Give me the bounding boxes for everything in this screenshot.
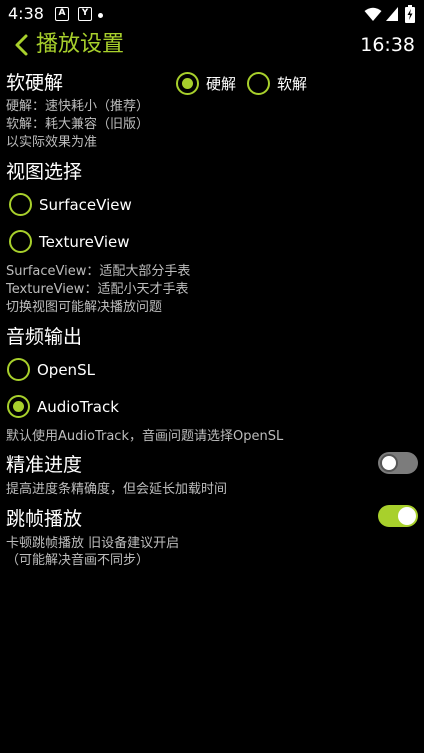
status-bar: 4:38 A Y bbox=[0, 0, 424, 30]
radio-software-decode[interactable]: 软解 bbox=[247, 72, 307, 95]
back-arrow-icon[interactable] bbox=[12, 32, 32, 58]
wifi-icon bbox=[364, 7, 382, 21]
radio-hardware-label: 硬解 bbox=[206, 74, 237, 93]
radio-hardware-decode[interactable]: 硬解 bbox=[176, 72, 236, 95]
radio-surfaceview-label: SurfaceView bbox=[39, 195, 132, 214]
decoder-section-title: 软硬解 bbox=[6, 72, 64, 94]
radio-textureview[interactable]: TextureView bbox=[9, 230, 130, 253]
audio-desc: 默认使用AudioTrack，音画问题请选择OpenSL bbox=[6, 429, 284, 444]
precise-seek-title: 精准进度 bbox=[6, 454, 83, 476]
battery-charging-icon bbox=[405, 5, 415, 23]
decoder-desc-line-1: 硬解：速快耗小（推荐） bbox=[6, 99, 150, 114]
frame-skip-title: 跳帧播放 bbox=[6, 508, 83, 530]
radio-textureview-label: TextureView bbox=[39, 232, 130, 251]
radio-surfaceview[interactable]: SurfaceView bbox=[9, 193, 132, 216]
view-desc-line-2: TextureView：适配小天才手表 bbox=[6, 282, 189, 297]
radio-selected-icon bbox=[7, 395, 30, 418]
view-desc-line-3: 切换视图可能解决播放问题 bbox=[6, 300, 163, 315]
status-time: 4:38 bbox=[8, 4, 44, 23]
notification-dot-icon bbox=[98, 13, 103, 18]
decoder-desc-line-3: 以实际效果为准 bbox=[6, 135, 98, 150]
signal-icon bbox=[386, 7, 398, 21]
header-clock: 16:38 bbox=[360, 34, 415, 56]
radio-unselected-icon bbox=[7, 358, 30, 381]
view-desc-line-1: SurfaceView：适配大部分手表 bbox=[6, 264, 191, 279]
radio-unselected-icon bbox=[247, 72, 270, 95]
audio-section-title: 音频输出 bbox=[6, 326, 83, 348]
precise-seek-desc: 提高进度条精确度，但会延长加载时间 bbox=[6, 482, 228, 497]
decoder-desc-line-2: 软解：耗大兼容（旧版） bbox=[6, 117, 150, 132]
radio-audiotrack-label: AudioTrack bbox=[37, 397, 119, 416]
page-title: 播放设置 bbox=[36, 32, 125, 57]
radio-audiotrack[interactable]: AudioTrack bbox=[7, 395, 119, 418]
frame-skip-switch[interactable] bbox=[378, 505, 418, 527]
radio-opensl-label: OpenSL bbox=[37, 360, 95, 379]
radio-unselected-icon bbox=[9, 193, 32, 216]
radio-unselected-icon bbox=[9, 230, 32, 253]
radio-opensl[interactable]: OpenSL bbox=[7, 358, 95, 381]
notification-y-icon: Y bbox=[78, 7, 92, 21]
notification-a-icon: A bbox=[55, 7, 69, 21]
view-section-title: 视图选择 bbox=[6, 161, 83, 183]
radio-software-label: 软解 bbox=[277, 74, 308, 93]
frame-skip-desc-line-2: （可能解决音画不同步） bbox=[6, 553, 150, 568]
switch-knob bbox=[398, 507, 416, 525]
radio-selected-icon bbox=[176, 72, 199, 95]
frame-skip-desc-line-1: 卡顿跳帧播放 旧设备建议开启 bbox=[6, 536, 180, 551]
switch-knob bbox=[380, 454, 398, 472]
precise-seek-switch[interactable] bbox=[378, 452, 418, 474]
